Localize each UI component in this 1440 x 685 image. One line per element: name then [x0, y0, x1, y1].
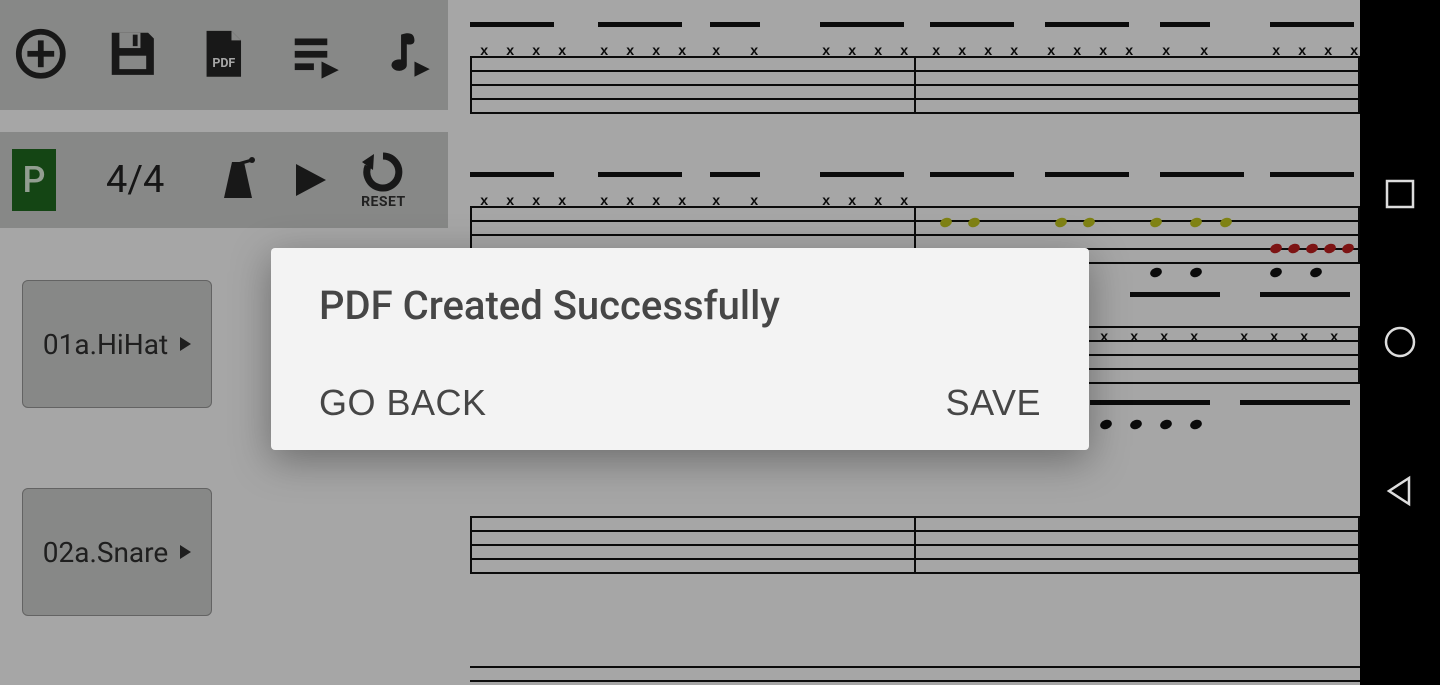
- list-item-label: 02a.Snare: [43, 536, 168, 569]
- playlist-icon[interactable]: [289, 27, 343, 83]
- reset-label: RESET: [361, 194, 406, 210]
- chevron-right-icon: [180, 545, 191, 559]
- reset-button[interactable]: RESET: [358, 150, 408, 210]
- save-button[interactable]: SAVE: [946, 382, 1041, 424]
- back-icon[interactable]: [1383, 474, 1417, 508]
- dialog-actions: GO BACK SAVE: [319, 382, 1041, 424]
- mode-badge-label: P: [23, 159, 46, 201]
- home-icon[interactable]: [1383, 325, 1417, 359]
- toolbar-top: PDF: [0, 0, 448, 110]
- list-item[interactable]: 02a.Snare: [22, 488, 212, 616]
- android-nav-bar: [1360, 0, 1440, 685]
- chevron-right-icon: [180, 337, 191, 351]
- time-signature[interactable]: 4/4: [106, 158, 164, 202]
- new-icon[interactable]: [14, 27, 68, 83]
- mode-badge[interactable]: P: [12, 149, 56, 211]
- svg-text:PDF: PDF: [213, 56, 236, 71]
- pdf-icon[interactable]: PDF: [197, 27, 251, 83]
- metronome-icon[interactable]: [214, 156, 262, 204]
- play-icon[interactable]: [292, 162, 328, 198]
- music-play-icon[interactable]: [380, 27, 434, 83]
- pattern-list: 01a.HiHat 02a.Snare: [22, 280, 212, 685]
- go-back-button[interactable]: GO BACK: [319, 382, 487, 424]
- recent-apps-icon[interactable]: [1383, 177, 1417, 211]
- app-screen: PDF P 4/4 RESET 01a.HiHat 02a.Snare: [0, 0, 1360, 685]
- controls-bar: P 4/4 RESET: [0, 132, 448, 228]
- save-icon[interactable]: [106, 27, 160, 83]
- pdf-success-dialog: PDF Created Successfully GO BACK SAVE: [271, 248, 1089, 450]
- dialog-title: PDF Created Successfully: [319, 282, 1041, 329]
- list-item[interactable]: 01a.HiHat: [22, 280, 212, 408]
- list-item-label: 01a.HiHat: [43, 328, 168, 361]
